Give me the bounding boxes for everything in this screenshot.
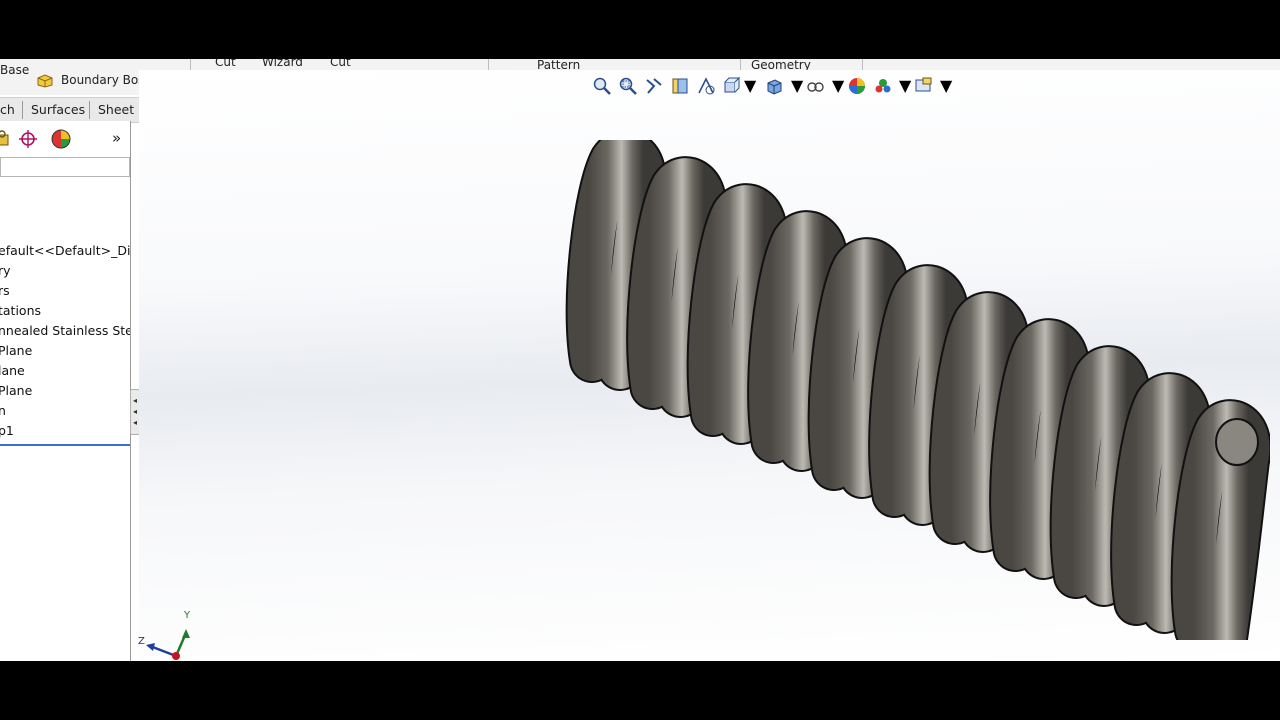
edit-appearance-icon[interactable] xyxy=(847,76,867,100)
tree-item-front-plane[interactable]: Plane xyxy=(0,342,32,360)
view-settings-dropdown-icon[interactable]: ▼ xyxy=(940,76,952,95)
display-manager-icon[interactable] xyxy=(50,128,72,150)
feature-tree-filter[interactable] xyxy=(0,157,130,177)
dimxpert-icon[interactable] xyxy=(18,129,38,149)
tree-item-origin[interactable]: n xyxy=(0,402,6,420)
section-view-icon[interactable] xyxy=(670,76,690,100)
display-style-dropdown-icon[interactable]: ▼ xyxy=(791,76,803,95)
tab-sketch[interactable]: ch xyxy=(0,98,15,122)
triad-z-label: Z xyxy=(138,636,145,647)
zoom-to-area-icon[interactable] xyxy=(618,76,638,100)
triad-y-label: Y xyxy=(184,610,191,621)
command-manager-tabs: ch Surfaces Sheet Me xyxy=(0,97,148,123)
dynamic-annotation-icon[interactable] xyxy=(696,76,716,100)
ribbon-label-hole-wizard[interactable]: Wizard xyxy=(262,59,303,69)
ribbon-separator xyxy=(190,59,191,70)
boundary-boss-icon[interactable] xyxy=(37,73,53,88)
apply-scene-dropdown-icon[interactable]: ▼ xyxy=(899,76,911,95)
letterbox-bottom xyxy=(0,661,1280,720)
display-style-icon[interactable] xyxy=(764,76,784,100)
command-manager-left: Base Boundary Boss xyxy=(0,59,148,95)
tree-item-configuration[interactable]: efault<<Default>_Disp xyxy=(0,242,130,260)
expand-panel-icon[interactable]: » xyxy=(112,129,121,147)
ribbon-separator xyxy=(488,59,489,70)
hide-show-dropdown-icon[interactable]: ▼ xyxy=(832,76,844,95)
tree-item-annotations[interactable]: tations xyxy=(0,302,41,320)
previous-view-icon[interactable] xyxy=(644,76,664,100)
configuration-manager-icon[interactable] xyxy=(0,129,10,147)
ribbon-label-revolved-cut[interactable]: Cut xyxy=(330,59,351,69)
solidworks-window: Cut Wizard Cut Pattern Geometry Base Bou… xyxy=(0,59,1280,661)
feature-manager-toolbar: » xyxy=(0,127,130,153)
feature-manager-panel: » efault<<Default>_Disp ry rs tations nn… xyxy=(0,121,131,661)
view-orientation-dropdown-icon[interactable]: ▼ xyxy=(744,76,756,95)
tab-separator xyxy=(22,101,23,119)
tab-surfaces[interactable]: Surfaces xyxy=(31,98,85,122)
spring-model[interactable] xyxy=(560,129,1272,661)
tree-item-top-plane[interactable]: lane xyxy=(0,362,25,380)
heads-up-toolbar: ▼ ▼ ▼ ▼ ▼ xyxy=(592,76,952,100)
zoom-to-fit-icon[interactable] xyxy=(592,76,612,100)
letterbox-top xyxy=(0,0,1280,59)
tree-item-sensors[interactable]: rs xyxy=(0,282,10,300)
view-orientation-icon[interactable] xyxy=(722,76,742,100)
tree-item-right-plane[interactable]: Plane xyxy=(0,382,32,400)
tree-item-material[interactable]: nnealed Stainless Stee xyxy=(0,322,130,340)
tree-item-history[interactable]: ry xyxy=(0,262,11,280)
boundary-boss-label[interactable]: Boundary Boss xyxy=(61,73,148,87)
hide-show-items-icon[interactable] xyxy=(805,76,825,100)
tree-item-sweep1[interactable]: p1 xyxy=(0,422,14,440)
tab-separator xyxy=(89,101,90,119)
extruded-boss-base-label[interactable]: Base xyxy=(0,63,29,77)
spring-wire-end-cap xyxy=(1215,418,1259,466)
ribbon-separator xyxy=(740,59,741,70)
apply-scene-icon[interactable] xyxy=(873,76,893,100)
rollback-bar[interactable] xyxy=(0,444,130,446)
reference-triad: Y Z xyxy=(136,608,200,661)
view-settings-icon[interactable] xyxy=(914,76,934,100)
ribbon-separator xyxy=(862,59,863,70)
ribbon-label-extruded-cut[interactable]: Cut xyxy=(215,59,236,69)
